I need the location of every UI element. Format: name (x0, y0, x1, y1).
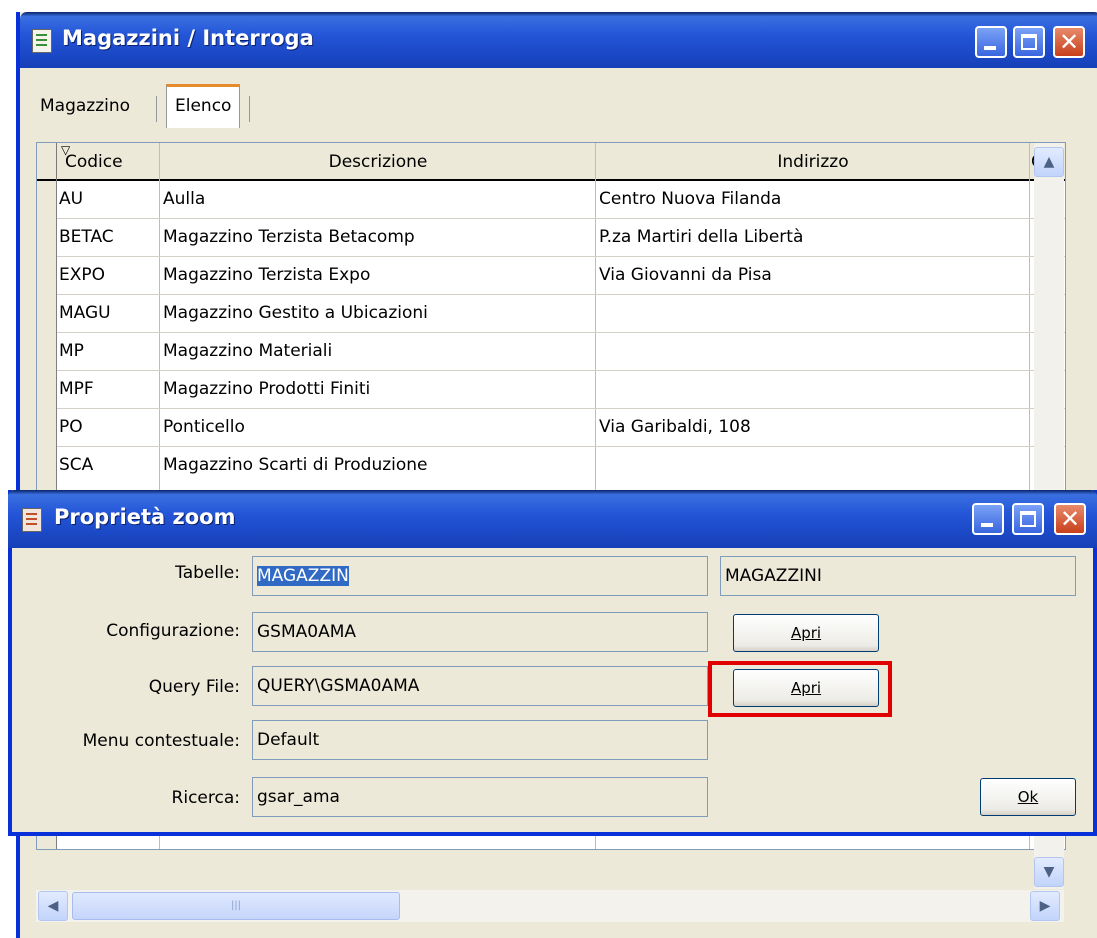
chevron-right-icon: ▶ (1039, 898, 1051, 914)
cell-codice: AU (59, 189, 84, 209)
window-icon (32, 29, 52, 53)
tab-magazzino[interactable]: Magazzino (32, 90, 138, 128)
chevron-up-icon: ▲ (1043, 154, 1055, 170)
main-titlebar[interactable]: Magazzini / Interroga ✕ (20, 12, 1097, 68)
header-codice-label: Codice (65, 152, 123, 172)
cell-codice: MPF (59, 379, 94, 399)
ok-button-label: Ok (1017, 788, 1039, 806)
tab-bar: Magazzino Elenco (20, 82, 1097, 128)
highlight-annotation (708, 661, 892, 717)
chevron-left-icon: ◀ (47, 898, 59, 914)
query-file-label: Query File: (148, 677, 240, 697)
menu-contestuale-label: Menu contestuale: (82, 731, 240, 751)
cell-codice: EXPO (59, 265, 106, 285)
dialog-titlebar[interactable]: Proprietà zoom ✕ (8, 490, 1097, 548)
cell-indirizzo: Via Garibaldi, 108 (599, 417, 751, 437)
scroll-down-button[interactable]: ▼ (1034, 857, 1064, 887)
minimize-icon (981, 523, 993, 527)
horizontal-scrollbar[interactable]: ◀ ||| ▶ (36, 890, 1064, 922)
cell-indirizzo: Via Giovanni da Pisa (599, 265, 772, 285)
tabelle-description-field[interactable]: MAGAZZINI (720, 556, 1076, 596)
tabelle-label: Tabelle: (175, 563, 240, 583)
cell-codice: MAGU (59, 303, 111, 323)
tab-divider (156, 96, 157, 122)
cell-descrizione: Magazzino Scarti di Produzione (163, 455, 428, 475)
cell-descrizione: Aulla (163, 189, 206, 209)
cell-descrizione: Magazzino Materiali (163, 341, 333, 361)
tab-divider (249, 96, 250, 122)
menu-contestuale-field[interactable]: Default (252, 720, 708, 760)
dialog-maximize-button[interactable] (1012, 503, 1044, 535)
configurazione-apri-button[interactable]: Apri (733, 614, 879, 652)
tabelle-value: MAGAZZIN (257, 566, 349, 586)
header-codice[interactable]: ▽ Codice (59, 143, 159, 181)
sort-indicator-icon: ▽ (61, 143, 71, 157)
ricerca-label: Ricerca: (171, 788, 240, 808)
cell-indirizzo: Centro Nuova Filanda (599, 189, 782, 209)
close-icon: ✕ (1058, 28, 1080, 56)
scroll-up-button[interactable]: ▲ (1034, 147, 1064, 177)
scroll-right-button[interactable]: ▶ (1030, 891, 1060, 921)
minimize-icon (984, 46, 996, 50)
cell-indirizzo (599, 371, 1027, 408)
ricerca-field[interactable]: gsar_ama (252, 777, 708, 817)
tabelle-field[interactable]: MAGAZZIN (252, 556, 708, 596)
maximize-icon (1020, 511, 1036, 527)
chevron-down-icon: ▼ (1043, 864, 1055, 880)
cell-descrizione: Magazzino Gestito a Ubicazioni (163, 303, 428, 323)
cell-descrizione: Ponticello (163, 417, 245, 437)
cell-indirizzo: P.za Martiri della Libertà (599, 227, 804, 247)
dialog-window-icon (22, 508, 42, 532)
apri-button-label: Apri (790, 624, 822, 642)
dialog-title: Proprietà zoom (54, 505, 236, 529)
header-indirizzo[interactable]: Indirizzo (597, 143, 1029, 181)
cell-codice: SCA (59, 455, 94, 475)
cell-indirizzo (599, 333, 1027, 370)
maximize-button[interactable] (1013, 26, 1045, 58)
cell-descrizione: Magazzino Prodotti Finiti (163, 379, 371, 399)
scroll-left-button[interactable]: ◀ (38, 891, 68, 921)
minimize-button[interactable] (975, 26, 1007, 58)
configurazione-field[interactable]: GSMA0AMA (252, 612, 708, 652)
cell-codice: MP (59, 341, 84, 361)
cell-descrizione: Magazzino Terzista Betacomp (163, 227, 415, 247)
tab-elenco[interactable]: Elenco (166, 84, 241, 128)
cell-codice: PO (59, 417, 83, 437)
query-file-field[interactable]: QUERY\GSMA0AMA (252, 666, 708, 706)
close-button[interactable]: ✕ (1053, 26, 1085, 58)
dialog-minimize-button[interactable] (972, 503, 1004, 535)
maximize-icon (1021, 34, 1037, 50)
configurazione-label: Configurazione: (106, 621, 240, 641)
cell-indirizzo (599, 447, 1027, 484)
cell-codice: BETAC (59, 227, 114, 247)
cell-indirizzo (599, 295, 1027, 332)
close-icon: ✕ (1059, 505, 1081, 533)
horizontal-scroll-thumb[interactable]: ||| (72, 892, 400, 920)
ok-button[interactable]: Ok (980, 778, 1076, 816)
header-descrizione[interactable]: Descrizione (161, 143, 595, 181)
cell-descrizione: Magazzino Terzista Expo (163, 265, 371, 285)
dialog-close-button[interactable]: ✕ (1054, 503, 1086, 535)
main-window-title: Magazzini / Interroga (62, 26, 314, 50)
